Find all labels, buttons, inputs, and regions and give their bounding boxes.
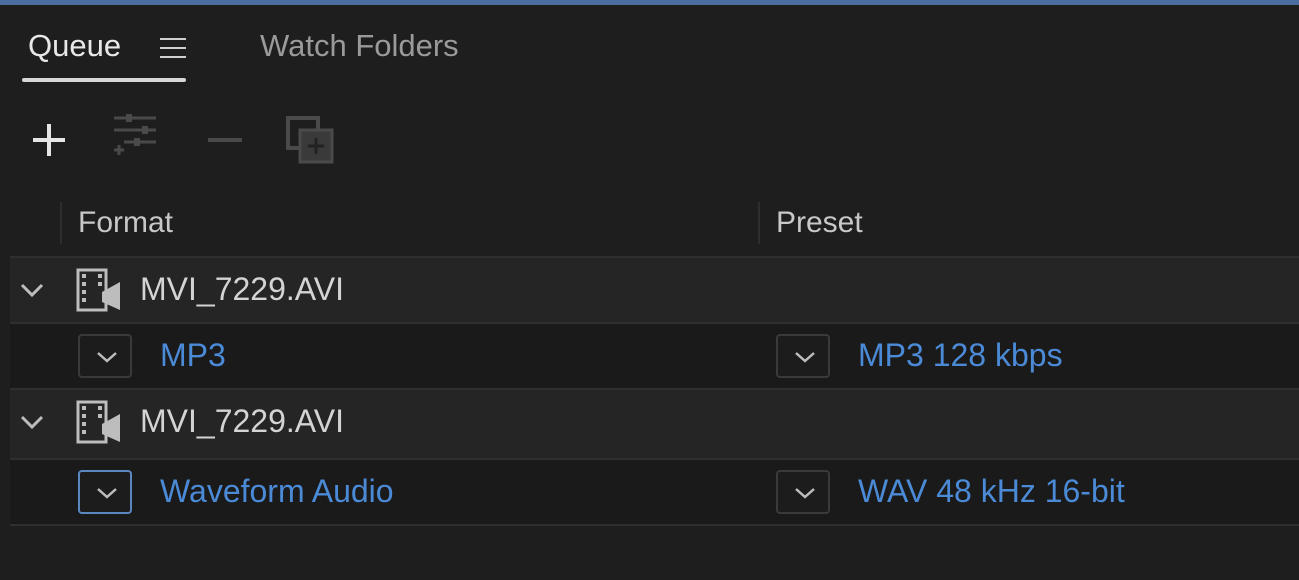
settings-sliders-icon <box>114 114 156 155</box>
tab-watch-folders[interactable]: Watch Folders <box>260 27 459 65</box>
column-divider[interactable] <box>758 202 760 244</box>
column-header-row: Format Preset <box>0 196 1299 252</box>
video-file-icon <box>76 268 120 312</box>
queue-source-row[interactable]: MVI_7229.AVI <box>10 256 1299 322</box>
column-header-format[interactable]: Format <box>78 204 173 242</box>
queue-output-row[interactable]: MP3 MP3 128 kbps <box>10 322 1299 388</box>
format-dropdown[interactable] <box>78 334 132 378</box>
chevron-down-icon[interactable] <box>18 408 46 436</box>
preset-value-link[interactable]: WAV 48 kHz 16-bit <box>858 470 1125 512</box>
hamburger-menu-icon[interactable] <box>160 38 186 58</box>
preset-value-link[interactable]: MP3 128 kbps <box>858 334 1063 376</box>
add-source-button[interactable] <box>16 110 72 166</box>
format-value-link[interactable]: MP3 <box>160 334 226 376</box>
source-file-name: MVI_7229.AVI <box>140 271 344 307</box>
remove-button[interactable] <box>186 110 242 166</box>
tab-queue[interactable]: Queue <box>28 27 121 65</box>
preset-settings-button[interactable] <box>106 110 162 166</box>
chevron-down-icon <box>795 352 815 363</box>
chevron-down-icon[interactable] <box>18 276 46 304</box>
video-file-icon <box>76 400 120 444</box>
format-dropdown[interactable] <box>78 470 132 514</box>
queue-output-row[interactable]: Waveform Audio WAV 48 kHz 16-bit <box>10 458 1299 524</box>
chevron-down-icon <box>97 352 117 363</box>
column-header-preset[interactable]: Preset <box>776 204 863 242</box>
preset-dropdown[interactable] <box>776 470 830 514</box>
chevron-down-icon <box>97 488 117 499</box>
queue-toolbar <box>0 110 1299 170</box>
tab-bar: Queue Watch Folders <box>0 5 1299 85</box>
chevron-down-icon <box>795 488 815 499</box>
duplicate-button[interactable] <box>282 110 338 166</box>
minus-icon <box>208 138 242 142</box>
preset-dropdown[interactable] <box>776 334 830 378</box>
row-divider <box>10 524 1299 526</box>
duplicate-icon <box>286 116 334 164</box>
active-tab-indicator <box>22 78 186 82</box>
format-value-link[interactable]: Waveform Audio <box>160 470 394 512</box>
queue-source-row[interactable]: MVI_7229.AVI <box>10 388 1299 458</box>
source-file-name: MVI_7229.AVI <box>140 403 344 439</box>
column-divider[interactable] <box>60 202 62 244</box>
